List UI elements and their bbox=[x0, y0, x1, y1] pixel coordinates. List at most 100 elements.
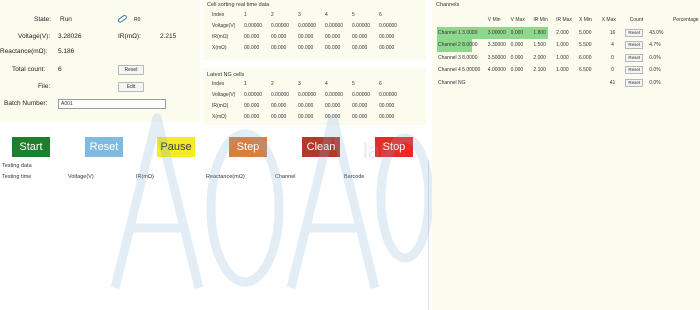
reactance-value: 5.186 bbox=[58, 48, 75, 55]
reset-channel-button[interactable]: Reset bbox=[625, 41, 644, 50]
column-header bbox=[437, 14, 487, 27]
table-cell: Index bbox=[212, 80, 225, 87]
reset-button[interactable]: Reset bbox=[85, 137, 123, 157]
table-cell: 1.800 bbox=[532, 26, 556, 39]
table-cell: 6 bbox=[379, 80, 382, 87]
start-button[interactable]: Start bbox=[12, 137, 50, 157]
table-cell: Channel 4 5.00000 bbox=[438, 67, 481, 74]
table-cell: 0.00000 bbox=[352, 91, 371, 98]
file-label: File: bbox=[38, 83, 51, 90]
pause-button[interactable]: Pause bbox=[157, 137, 195, 157]
table-cell: 5.500 bbox=[578, 42, 592, 49]
table-cell: 0.000 bbox=[510, 67, 524, 74]
table-cell: 5 bbox=[352, 11, 355, 18]
table-cell: 4.00000 bbox=[487, 67, 506, 74]
table-row: IR(mΩ) 00.000 00.000 00.000 00.000 00.00… bbox=[210, 31, 404, 42]
table-cell: 4 bbox=[611, 42, 614, 49]
table-cell: 2.100 bbox=[533, 67, 546, 74]
total-count-label: Total count: bbox=[12, 66, 46, 73]
table-cell: 0.00000 bbox=[379, 22, 398, 29]
table-cell: 0.00000 bbox=[244, 91, 263, 98]
table-cell: 5 bbox=[352, 80, 355, 87]
table-row: Channel 2 8.0000 3.30000 0.000 1.500 1.0… bbox=[437, 39, 700, 52]
table-cell: 2 bbox=[271, 80, 274, 87]
channels-table: V Min V Max IR Min IR Max X Min X Max Co… bbox=[437, 14, 700, 89]
table-cell: 00.000 bbox=[352, 44, 368, 51]
table-cell: 0.00000 bbox=[325, 22, 344, 29]
table-cell: 1 bbox=[244, 11, 247, 18]
table-cell: Channel 1 3.0000 bbox=[437, 26, 487, 39]
table-cell: 16 bbox=[609, 29, 616, 36]
table-cell: Reset bbox=[624, 64, 648, 77]
testing-title: Testing data bbox=[2, 163, 32, 169]
table-cell bbox=[555, 77, 578, 90]
table-cell: 4 bbox=[325, 80, 328, 87]
table-cell: 0.00000 bbox=[244, 22, 263, 29]
reset-channel-button[interactable]: Reset bbox=[625, 66, 644, 75]
table-cell: 0.0% bbox=[649, 67, 661, 74]
reset-count-button[interactable]: Reset bbox=[118, 65, 144, 75]
table-cell: 2.000 bbox=[556, 29, 569, 36]
table-cell: 0.00000 bbox=[271, 22, 290, 29]
r0-label: R0 bbox=[134, 17, 141, 23]
table-cell: 43.0% bbox=[649, 29, 664, 36]
table-cell: X(mΩ) bbox=[212, 44, 227, 51]
column-header: Reactance(mΩ) bbox=[206, 174, 245, 180]
table-row: X(mΩ) 00.000 00.000 00.000 00.000 00.000… bbox=[210, 111, 404, 122]
table-cell: 00.000 bbox=[325, 33, 341, 40]
table-cell bbox=[487, 77, 510, 90]
table-cell: 0.00000 bbox=[271, 91, 290, 98]
edit-file-button[interactable]: Edit bbox=[118, 82, 144, 92]
channels-title: Channels bbox=[436, 2, 460, 8]
column-header: Percentage bbox=[672, 17, 699, 24]
step-button[interactable]: Step bbox=[229, 137, 267, 157]
table-cell: 41 bbox=[609, 79, 616, 86]
batch-number-input[interactable]: A001 bbox=[58, 99, 166, 109]
table-row: Channel NG 41 Reset 0.0% bbox=[437, 77, 700, 90]
table-cell: 0.00000 bbox=[298, 22, 317, 29]
table-cell: IR(mΩ) bbox=[212, 33, 229, 40]
table-cell: 0.0% bbox=[649, 79, 661, 86]
clean-button[interactable]: Clean bbox=[302, 137, 340, 157]
pen-icon[interactable] bbox=[117, 14, 129, 26]
table-cell: 6 bbox=[379, 11, 382, 18]
table-cell: 1.000 bbox=[556, 54, 569, 61]
realtime-title: Cell sorting real time data bbox=[207, 2, 270, 8]
latest-ng-table: Index 1 2 3 4 5 6 Voltage(V) 0.00000 0.0… bbox=[210, 78, 404, 122]
reset-channel-button[interactable]: Reset bbox=[625, 28, 644, 37]
divider bbox=[428, 160, 429, 310]
reset-channel-button[interactable]: Reset bbox=[625, 78, 644, 87]
column-header: V Min bbox=[487, 17, 501, 24]
table-cell: 00.000 bbox=[271, 33, 287, 40]
table-cell: 00.000 bbox=[325, 44, 341, 51]
stop-button[interactable]: Stop bbox=[375, 137, 413, 157]
column-header: Channel bbox=[275, 174, 296, 180]
table-cell: 6.000 bbox=[578, 54, 592, 61]
table-cell: 2.000 bbox=[533, 54, 546, 61]
reactance-label: Reactance(mΩ): bbox=[0, 48, 48, 55]
column-header: Voltage(V) bbox=[68, 174, 94, 180]
reset-channel-button[interactable]: Reset bbox=[625, 53, 644, 62]
table-cell: 1.000 bbox=[556, 42, 569, 49]
table-row: Channel 3 8.0000 3.50000 0.000 2.000 1.0… bbox=[437, 52, 700, 65]
table-cell: 3.30000 bbox=[487, 42, 506, 49]
column-header: IR Min bbox=[533, 17, 548, 24]
table-cell: 0.00000 bbox=[352, 22, 371, 29]
table-cell bbox=[578, 77, 601, 90]
table-cell: Voltage(V) bbox=[212, 91, 236, 98]
table-cell: 0.000 bbox=[510, 54, 524, 61]
table-cell: 0 bbox=[611, 54, 614, 61]
table-cell: 0.00000 bbox=[298, 91, 317, 98]
ir-value: 2.215 bbox=[160, 33, 177, 40]
table-row: Channel 1 3.0000 3.00000 0.000 1.800 2.0… bbox=[437, 26, 700, 39]
voltage-value: 3.28026 bbox=[58, 33, 82, 40]
table-cell: 00.000 bbox=[379, 44, 395, 51]
table-cell: 00.000 bbox=[244, 44, 260, 51]
realtime-table: Index 1 2 3 4 5 6 Voltage(V) 0.00000 0.0… bbox=[210, 9, 404, 53]
table-row: Index 1 2 3 4 5 6 bbox=[210, 9, 404, 20]
table-cell: 0.000 bbox=[510, 42, 524, 49]
table-cell: 00.000 bbox=[352, 102, 368, 109]
column-header: Barcode bbox=[344, 174, 365, 180]
table-cell: 00.000 bbox=[379, 113, 395, 120]
column-header: IR(mΩ) bbox=[136, 174, 154, 180]
